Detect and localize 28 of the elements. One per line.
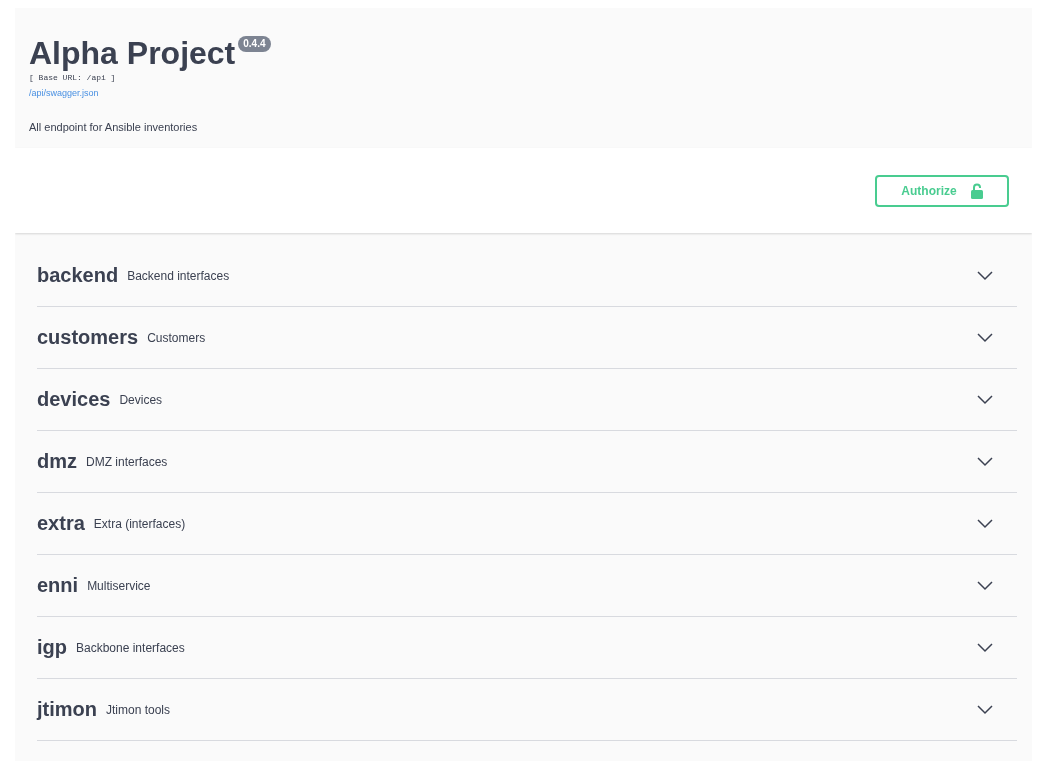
tag-name[interactable]: extra [37, 512, 85, 535]
chevron-down-icon[interactable] [977, 394, 993, 405]
tag-name[interactable]: devices [37, 388, 111, 411]
tag-description: Extra (interfaces) [93, 516, 187, 531]
tag-description: Backbone interfaces [76, 640, 186, 655]
tag-description: Multiservice [87, 578, 152, 593]
tag-description: Devices [119, 392, 164, 407]
tag-name[interactable]: dmz [37, 450, 77, 473]
tag-description: Backend interfaces [127, 268, 231, 283]
chevron-down-icon[interactable] [977, 580, 993, 591]
tag-name[interactable]: backend [37, 264, 119, 287]
tag-name[interactable]: customers [37, 326, 139, 349]
chevron-down-icon[interactable] [977, 642, 993, 653]
chevron-down-icon[interactable] [977, 704, 993, 715]
version-badge: 0.4.4 [238, 36, 271, 52]
tag-description: Jtimon tools [106, 702, 172, 717]
tag-name[interactable]: enni [37, 574, 79, 597]
tag-description: DMZ interfaces [86, 454, 169, 469]
api-description: All endpoint for Ansible inventories [29, 121, 199, 133]
chevron-down-icon[interactable] [977, 270, 993, 281]
tag-name[interactable]: jtimon [37, 698, 97, 721]
chevron-down-icon[interactable] [977, 332, 993, 343]
api-title: Alpha Project [29, 35, 236, 71]
chevron-down-icon[interactable] [977, 456, 993, 467]
chevron-down-icon[interactable] [977, 518, 993, 529]
tag-description: Customers [147, 330, 207, 345]
tag-name[interactable]: igp [37, 636, 67, 659]
base-url: [ Base URL: /api ] [29, 73, 117, 82]
